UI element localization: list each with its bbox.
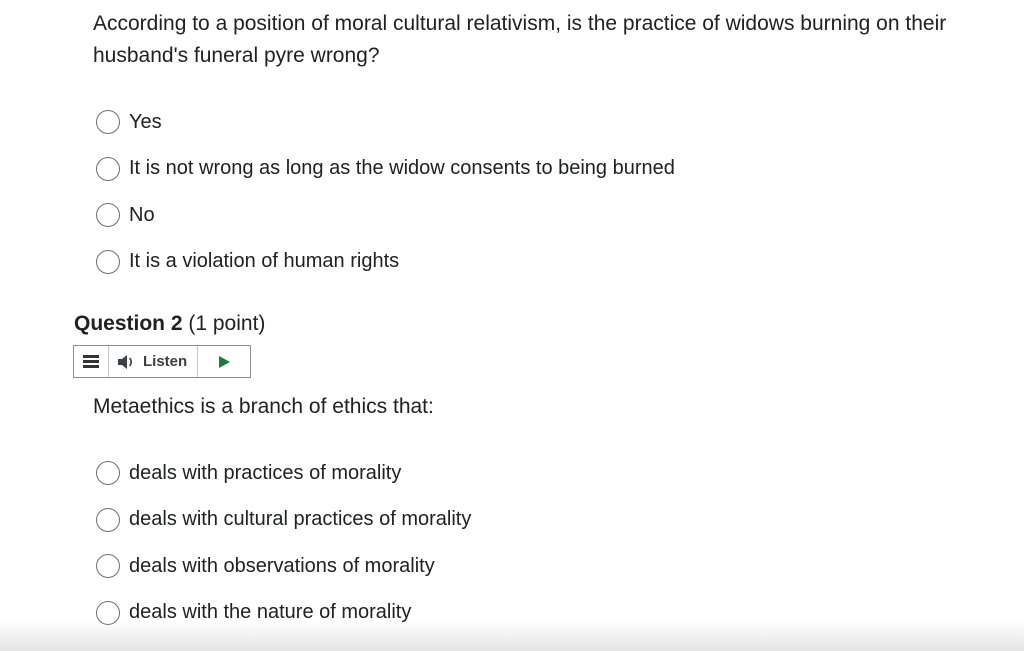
option-label: Yes xyxy=(129,110,162,133)
option-label: It is a violation of human rights xyxy=(129,250,400,273)
question-1-option-consent[interactable]: It is not wrong as long as the widow con… xyxy=(96,146,675,193)
question-2-options: deals with practices of morality deals w… xyxy=(96,450,471,636)
question-1-options: Yes It is not wrong as long as the widow… xyxy=(96,99,675,285)
play-button[interactable] xyxy=(198,346,250,377)
speaker-icon xyxy=(118,354,133,369)
option-label: It is not wrong as long as the widow con… xyxy=(129,157,675,180)
question-points: (1 point) xyxy=(188,312,266,335)
listen-button[interactable]: Listen xyxy=(109,346,199,377)
radio-button[interactable] xyxy=(96,554,120,579)
radio-button[interactable] xyxy=(96,507,120,532)
radio-button[interactable] xyxy=(96,249,120,274)
question-2-option-practices[interactable]: deals with practices of morality xyxy=(96,450,471,497)
option-label: deals with practices of morality xyxy=(129,461,402,484)
question-1-text: According to a position of moral cultura… xyxy=(93,12,947,67)
listen-menu-button[interactable] xyxy=(74,346,109,377)
option-label: deals with observations of morality xyxy=(129,554,435,577)
question-2-option-observations[interactable]: deals with observations of morality xyxy=(96,543,471,590)
radio-button[interactable] xyxy=(96,110,120,135)
question-2-option-cultural-practices[interactable]: deals with cultural practices of moralit… xyxy=(96,497,471,544)
question-1-option-yes[interactable]: Yes xyxy=(96,99,675,146)
listen-label: Listen xyxy=(143,353,188,370)
radio-button[interactable] xyxy=(96,461,120,486)
option-label: No xyxy=(129,203,155,226)
question-1-option-human-rights[interactable]: It is a violation of human rights xyxy=(96,239,675,286)
menu-icon xyxy=(83,353,99,370)
question-2-heading: Question 2 (1 point) xyxy=(74,310,265,338)
question-number: Question 2 xyxy=(74,312,183,335)
radio-button[interactable] xyxy=(96,203,120,228)
radio-button[interactable] xyxy=(96,156,120,181)
bottom-fade xyxy=(0,621,1024,651)
option-label: deals with cultural practices of moralit… xyxy=(129,508,472,531)
question-2-text: Metaethics is a branch of ethics that: xyxy=(93,395,434,418)
play-icon xyxy=(219,355,231,368)
quiz-page: According to a position of moral cultura… xyxy=(0,0,1024,651)
question-1-option-no[interactable]: No xyxy=(96,192,675,239)
listen-toolbar: Listen xyxy=(73,345,251,378)
